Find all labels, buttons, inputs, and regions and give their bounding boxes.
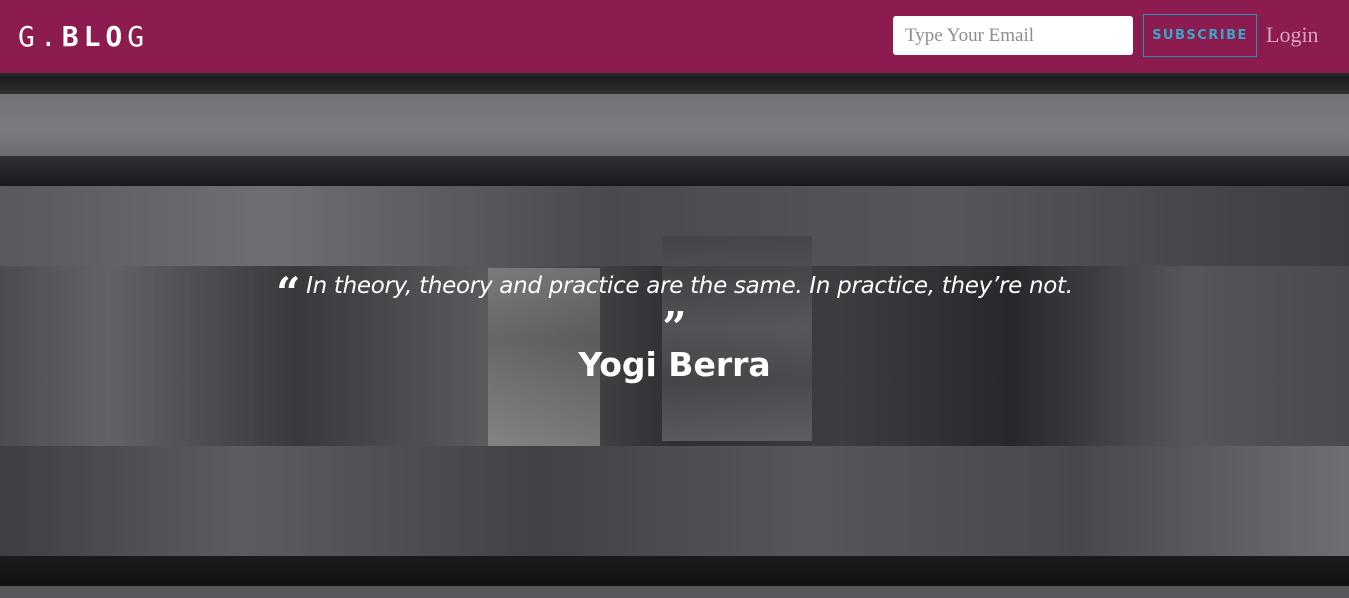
subscribe-button[interactable]: SUBSCRIBE — [1143, 14, 1257, 57]
logo-text-prefix: G. — [18, 20, 62, 53]
open-quote-icon: “ — [276, 268, 301, 317]
login-link[interactable]: Login — [1266, 21, 1319, 49]
top-navbar: G.BLOG SUBSCRIBE Login — [0, 0, 1349, 76]
close-quote-icon: ” — [662, 303, 687, 352]
logo-text-suffix: G — [127, 20, 150, 53]
site-logo[interactable]: G.BLOG — [18, 20, 149, 54]
hero-banner: “In theory, theory and practice are the … — [0, 76, 1349, 598]
email-input[interactable] — [893, 16, 1133, 55]
quote-author: Yogi Berra — [578, 345, 771, 384]
quote-block: “In theory, theory and practice are the … — [0, 268, 1349, 385]
quote-text: In theory, theory and practice are the s… — [306, 273, 1073, 299]
logo-text-bold: BLO — [61, 20, 128, 53]
